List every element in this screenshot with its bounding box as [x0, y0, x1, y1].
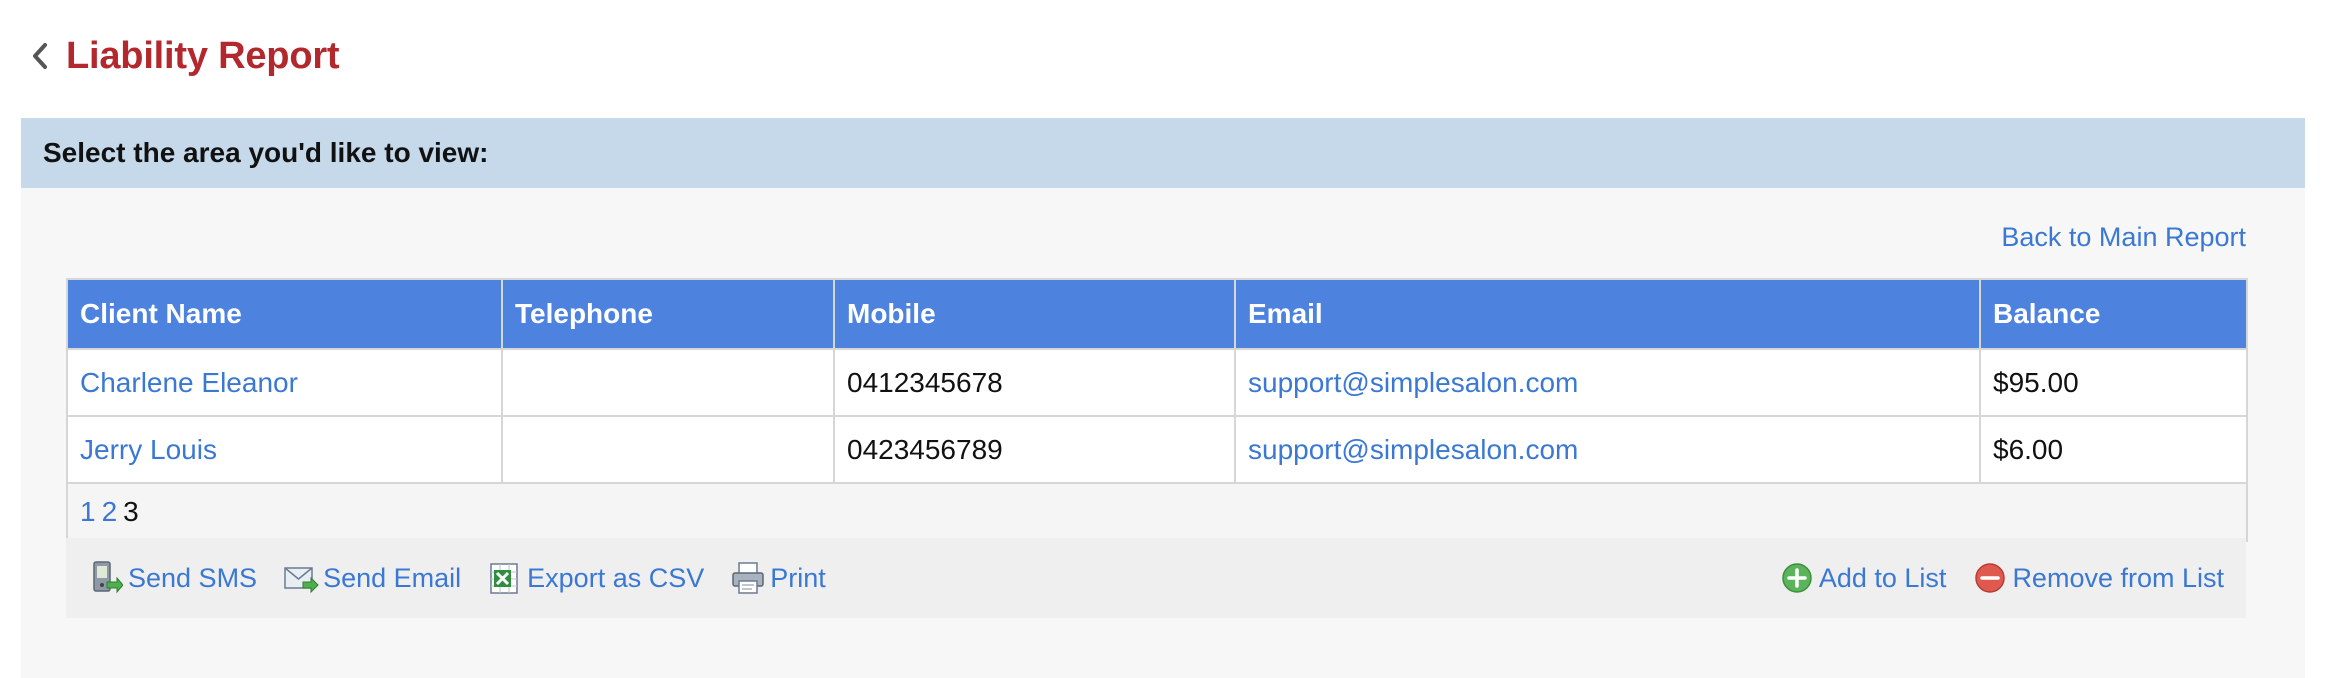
spreadsheet-icon: [487, 560, 523, 596]
print-button[interactable]: Print: [730, 560, 826, 596]
area-selector-bar: Select the area you'd like to view:: [21, 118, 2305, 188]
send-email-button[interactable]: Send Email: [283, 560, 461, 596]
add-to-list-label: Add to List: [1818, 562, 1947, 593]
telephone-cell: [501, 415, 835, 484]
column-header-mobile[interactable]: Mobile: [833, 278, 1236, 350]
mobile-cell: 0412345678: [833, 348, 1236, 417]
table-row: Jerry Louis 0423456789 support@simplesal…: [66, 415, 2248, 484]
export-csv-label: Export as CSV: [527, 562, 705, 593]
send-sms-label: Send SMS: [128, 562, 258, 593]
page-link-2[interactable]: 2: [102, 496, 118, 527]
column-header-client-name[interactable]: Client Name: [66, 278, 503, 350]
liability-table: Client Name Telephone Mobile Email Balan…: [66, 278, 2248, 542]
client-name-link[interactable]: Jerry Louis: [80, 434, 217, 465]
envelope-icon: [283, 560, 319, 596]
remove-from-list-label: Remove from List: [2012, 562, 2224, 593]
telephone-cell: [501, 348, 835, 417]
area-selector-label: Select the area you'd like to view:: [43, 137, 489, 168]
client-name-cell: Jerry Louis: [66, 415, 503, 484]
balance-cell: $95.00: [1979, 348, 2248, 417]
table-header-row: Client Name Telephone Mobile Email Balan…: [66, 278, 2248, 350]
balance-cell: $6.00: [1979, 415, 2248, 484]
column-header-telephone[interactable]: Telephone: [501, 278, 835, 350]
mobile-cell: 0423456789: [833, 415, 1236, 484]
client-name-cell: Charlene Eleanor: [66, 348, 503, 417]
email-link[interactable]: support@simplesalon.com: [1248, 434, 1578, 465]
column-header-balance[interactable]: Balance: [1979, 278, 2248, 350]
actions-left-group: Send SMS Send Email Export as CSV Print: [88, 560, 826, 596]
page-title: Liability Report: [66, 34, 340, 77]
page-link-1[interactable]: 1: [80, 496, 96, 527]
export-csv-button[interactable]: Export as CSV: [487, 560, 704, 596]
plus-circle-icon: [1779, 560, 1815, 596]
column-header-email[interactable]: Email: [1234, 278, 1981, 350]
add-to-list-button[interactable]: Add to List: [1779, 560, 1947, 596]
actions-bar: Send SMS Send Email Export as CSV Print …: [66, 538, 2246, 618]
pagination: 123: [66, 482, 2248, 542]
mobile-phone-icon: [88, 560, 124, 596]
chevron-left-icon[interactable]: [30, 28, 60, 84]
email-link[interactable]: support@simplesalon.com: [1248, 367, 1578, 398]
print-label: Print: [770, 562, 826, 593]
actions-right-group: Add to List Remove from List: [1779, 560, 2224, 596]
minus-circle-icon: [1972, 560, 2008, 596]
report-panel: Back to Main Report Client Name Telephon…: [21, 188, 2305, 678]
remove-from-list-button[interactable]: Remove from List: [1972, 560, 2224, 596]
printer-icon: [730, 560, 766, 596]
back-to-main-report-link[interactable]: Back to Main Report: [2001, 222, 2246, 253]
send-sms-button[interactable]: Send SMS: [88, 560, 257, 596]
table-row: Charlene Eleanor 0412345678 support@simp…: [66, 348, 2248, 417]
pagination-row: 123: [66, 482, 2248, 542]
page-header: Liability Report: [30, 28, 340, 84]
email-cell: support@simplesalon.com: [1234, 348, 1981, 417]
email-cell: support@simplesalon.com: [1234, 415, 1981, 484]
client-name-link[interactable]: Charlene Eleanor: [80, 367, 298, 398]
send-email-label: Send Email: [323, 562, 462, 593]
page-current: 3: [123, 496, 139, 527]
